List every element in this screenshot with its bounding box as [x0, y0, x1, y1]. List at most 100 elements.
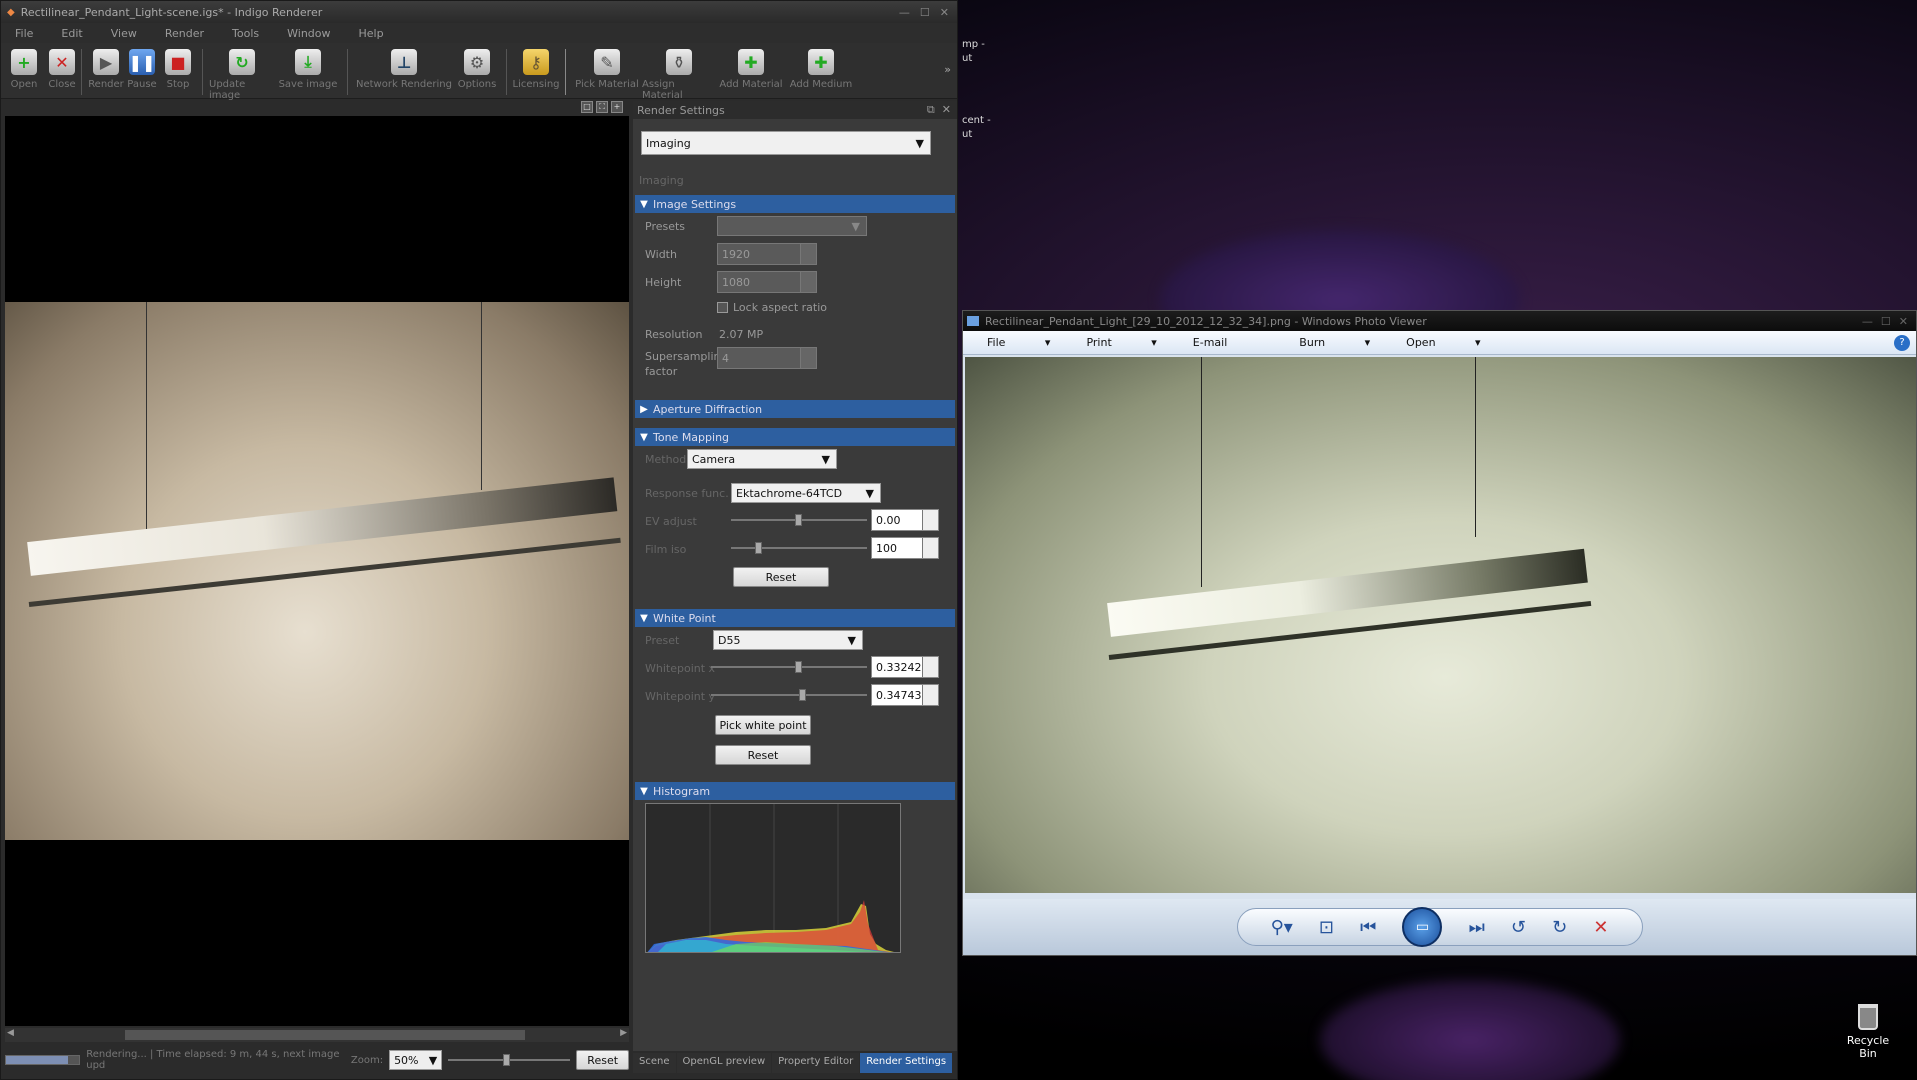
method-select[interactable]: Camera ▼ [687, 449, 837, 469]
options-button[interactable]: ⚙ Options [454, 49, 500, 90]
white-point-reset-button[interactable]: Reset [715, 745, 811, 765]
next-icon[interactable]: ⏭ [1469, 917, 1485, 938]
stop-button[interactable]: ■ Stop [160, 49, 196, 90]
bottom-tabbar: Scene OpenGL preview Property Editor Ren… [633, 1053, 953, 1073]
add-material-button[interactable]: ✚ Add Material [716, 49, 786, 90]
recycle-bin-icon[interactable]: Recycle Bin [1838, 1004, 1898, 1060]
response-func-select[interactable]: Ektachrome-64TCD ▼ [731, 483, 881, 503]
help-icon[interactable]: ? [1894, 334, 1910, 351]
pendant-wire [146, 302, 147, 530]
scroll-thumb[interactable] [125, 1030, 525, 1040]
photo-viewer-image[interactable] [965, 357, 1916, 893]
pv-menu-file[interactable]: File ▾ [987, 336, 1050, 349]
render-viewport[interactable] [5, 116, 629, 1026]
previous-icon[interactable]: ⏮ [1360, 917, 1376, 938]
ev-adjust-slider[interactable] [731, 510, 867, 530]
network-icon: ⊥ [391, 49, 417, 75]
whitepoint-x-field[interactable]: 0.33242 [871, 656, 939, 678]
pv-menu-open[interactable]: Open ▾ [1406, 336, 1480, 349]
minimize-icon[interactable]: — [1862, 315, 1873, 328]
pv-menu-burn[interactable]: Burn ▾ [1299, 336, 1370, 349]
menu-window[interactable]: Window [287, 27, 330, 40]
ev-adjust-field[interactable]: 0.00 [871, 509, 939, 531]
zoom-reset-button[interactable]: Reset [576, 1050, 630, 1070]
gear-icon: ⚙ [464, 49, 490, 75]
film-iso-slider[interactable] [731, 538, 867, 558]
fullscreen-icon[interactable]: ⛶ [596, 101, 608, 113]
tab-property-editor[interactable]: Property Editor [772, 1053, 860, 1073]
plus-icon: + [11, 49, 37, 75]
menu-view[interactable]: View [111, 27, 137, 40]
supersampling-field[interactable]: 4 [717, 347, 817, 369]
delete-icon[interactable]: ✕ [1593, 917, 1608, 938]
network-rendering-button[interactable]: ⊥ Network Rendering [354, 49, 454, 90]
pv-menu-email[interactable]: E-mail [1193, 336, 1264, 349]
tab-opengl-preview[interactable]: OpenGL preview [676, 1053, 772, 1073]
settings-category-select[interactable]: Imaging ▼ [641, 131, 931, 155]
window-title: Rectilinear_Pendant_Light-scene.igs* - I… [20, 5, 323, 19]
fit-icon[interactable]: □ [581, 101, 593, 113]
assign-material-button[interactable]: ⚱ Assign Material [642, 49, 716, 101]
desktop-edge-text: mp - ut [962, 39, 985, 64]
update-image-button[interactable]: ↻ Update image [209, 49, 275, 101]
zoom-slider[interactable] [448, 1050, 571, 1070]
pv-menu-print[interactable]: Print ▾ [1086, 336, 1156, 349]
scroll-left-icon: ◀ [7, 1028, 14, 1038]
presets-select[interactable]: ▼ [717, 216, 867, 236]
aperture-diffraction-header[interactable]: ▶ Aperture Diffraction [635, 400, 955, 418]
chevron-down-icon: ▼ [821, 452, 830, 466]
tab-scene[interactable]: Scene [633, 1053, 676, 1073]
zoom-select[interactable]: 50% ▼ [389, 1050, 443, 1070]
whitepoint-x-slider[interactable] [711, 657, 867, 677]
add-medium-button[interactable]: ✚ Add Medium [786, 49, 856, 90]
histogram-header[interactable]: ▼ Histogram [635, 782, 955, 800]
maximize-icon[interactable]: ☐ [1881, 315, 1891, 328]
maximize-icon[interactable]: ☐ [920, 6, 930, 19]
close-icon[interactable]: ✕ [942, 103, 951, 116]
photo-viewer-titlebar[interactable]: Rectilinear_Pendant_Light_[29_10_2012_12… [963, 311, 1916, 331]
undock-icon[interactable]: ⧉ [927, 103, 935, 116]
pick-material-button[interactable]: ✎ Pick Material [572, 49, 642, 90]
pick-white-point-button[interactable]: Pick white point [715, 715, 811, 735]
width-field[interactable]: 1920 [717, 243, 817, 265]
app-logo-icon: ◆ [7, 6, 15, 18]
white-point-header[interactable]: ▼ White Point [635, 609, 955, 627]
close-icon[interactable]: ✕ [940, 6, 949, 19]
menu-edit[interactable]: Edit [61, 27, 82, 40]
image-settings-header[interactable]: ▼ Image Settings [635, 195, 955, 213]
white-point-preset-select[interactable]: D55 ▼ [713, 630, 863, 650]
height-field[interactable]: 1080 [717, 271, 817, 293]
open-button[interactable]: + Open [11, 49, 37, 90]
whitepoint-y-slider[interactable] [711, 685, 867, 705]
slideshow-button[interactable]: ▭ [1402, 907, 1443, 947]
menu-help[interactable]: Help [359, 27, 384, 40]
indigo-titlebar[interactable]: ◆ Rectilinear_Pendant_Light-scene.igs* -… [1, 1, 957, 23]
zoom-icon[interactable]: ⚲▾ [1271, 917, 1293, 938]
licensing-button[interactable]: ⚷ Licensing [513, 49, 560, 90]
toolbar-overflow-icon[interactable]: » [944, 63, 951, 76]
save-icon: ⤓ [295, 49, 321, 75]
render-button[interactable]: ▶ Render [88, 49, 124, 90]
tone-mapping-reset-button[interactable]: Reset [733, 567, 829, 587]
save-image-button[interactable]: ⤓ Save image [275, 49, 341, 90]
menu-file[interactable]: File [15, 27, 33, 40]
width-label: Width [645, 248, 677, 261]
whitepoint-y-field[interactable]: 0.34743 [871, 684, 939, 706]
zoom-icon[interactable]: + [611, 101, 623, 113]
lock-aspect-checkbox[interactable] [717, 302, 728, 313]
close-icon[interactable]: ✕ [1899, 315, 1908, 328]
film-iso-field[interactable]: 100 [871, 537, 939, 559]
menu-render[interactable]: Render [165, 27, 204, 40]
actual-size-icon[interactable]: ⊡ [1319, 917, 1334, 938]
horizontal-scrollbar[interactable]: ◀ ▶ [5, 1028, 629, 1042]
minimize-icon[interactable]: — [899, 6, 910, 19]
menu-tools[interactable]: Tools [232, 27, 259, 40]
tab-render-settings[interactable]: Render Settings [860, 1053, 953, 1073]
rotate-left-icon[interactable]: ↺ [1511, 917, 1526, 938]
close-button[interactable]: ✕ Close [48, 49, 76, 90]
render-image[interactable] [5, 302, 629, 840]
rotate-right-icon[interactable]: ↻ [1552, 917, 1567, 938]
pause-button[interactable]: ❚❚ Pause [124, 49, 160, 90]
tone-mapping-header[interactable]: ▼ Tone Mapping [635, 428, 955, 446]
close-icon: ✕ [49, 49, 75, 75]
